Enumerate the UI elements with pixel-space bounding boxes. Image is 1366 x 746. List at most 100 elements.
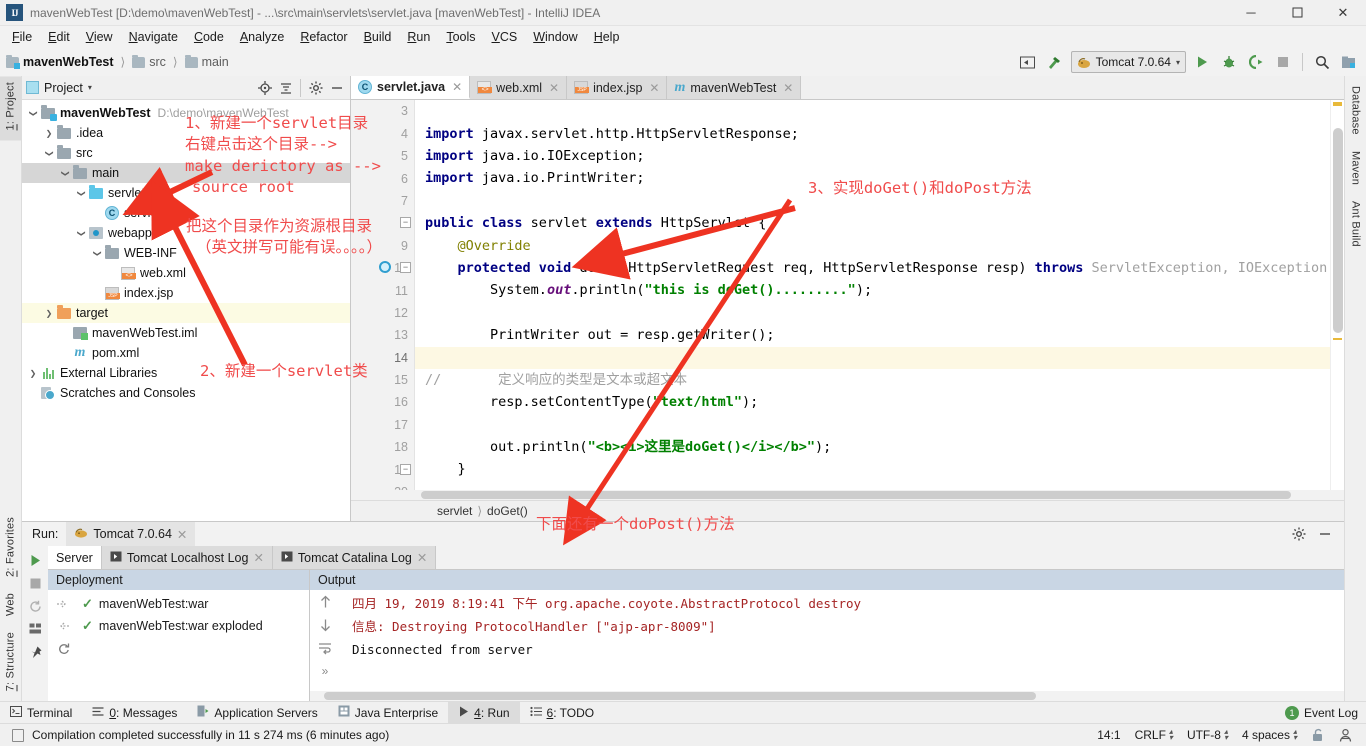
gear-icon[interactable] xyxy=(306,78,325,97)
fold-region-icon[interactable]: − xyxy=(400,217,411,229)
bottom-tab-todo[interactable]: 6: TODO xyxy=(520,702,605,723)
close-icon[interactable]: ✕ xyxy=(177,527,187,542)
line-number[interactable]: 12 xyxy=(351,302,414,324)
chevron-down-icon[interactable]: ▾ xyxy=(88,83,92,92)
bottom-tab-java-enterprise[interactable]: Java Enterprise xyxy=(328,702,448,723)
line-number[interactable]: 14 xyxy=(351,347,414,369)
project-structure-icon[interactable] xyxy=(1338,51,1360,73)
breadcrumb-class[interactable]: servlet xyxy=(437,504,472,518)
tree-node[interactable]: webapp xyxy=(22,223,350,243)
editor-tab-index-jsp[interactable]: index.jsp ✕ xyxy=(567,76,668,100)
thread-dump-icon[interactable] xyxy=(24,618,46,640)
output-hscrollbar[interactable] xyxy=(324,692,1036,700)
menu-item-navigate[interactable]: Navigate xyxy=(121,28,186,47)
run-icon[interactable] xyxy=(1191,51,1213,73)
menu-item-code[interactable]: Code xyxy=(186,28,232,47)
tree-node[interactable]: mavenWebTest.iml xyxy=(22,323,350,343)
close-icon[interactable]: ✕ xyxy=(452,80,462,94)
line-number[interactable]: 7 xyxy=(351,190,414,212)
tree-node[interactable]: web.xml xyxy=(22,263,350,283)
editor-tab-servlet-java[interactable]: Cservlet.java ✕ xyxy=(351,76,471,100)
editor-horizontal-scrollbar-track[interactable] xyxy=(351,490,1344,500)
code-line[interactable]: resp.setContentType("text/html"); xyxy=(415,391,1330,413)
chevron-down-icon[interactable] xyxy=(90,248,104,258)
line-number[interactable]: 3 xyxy=(351,100,414,122)
tree-node[interactable]: External Libraries xyxy=(22,363,350,383)
fold-region-icon[interactable]: − xyxy=(400,262,411,274)
search-everywhere-icon[interactable] xyxy=(1311,51,1333,73)
tool-window-tab-structure[interactable]: 7: Structure xyxy=(0,626,21,701)
deployment-list[interactable]: ✓ mavenWebTest:war ✓ mavenWebTest:war explo… xyxy=(78,590,309,701)
close-icon[interactable]: ✕ xyxy=(253,550,263,565)
line-number[interactable]: 13 xyxy=(351,324,414,346)
run-tab-tomcat-localhost-log[interactable]: Tomcat Localhost Log ✕ xyxy=(101,546,273,569)
tree-node[interactable]: index.jsp xyxy=(22,283,350,303)
warning-marker[interactable] xyxy=(1333,102,1342,107)
maximize-icon[interactable] xyxy=(1274,0,1320,26)
code-line[interactable]: @Override xyxy=(415,235,1330,257)
code-line[interactable]: import java.io.PrintWriter; xyxy=(415,167,1330,189)
build-hammer-icon[interactable] xyxy=(1044,51,1066,73)
run-config-tab[interactable]: Tomcat 7.0.64 ✕ xyxy=(66,522,196,546)
undeploy-icon[interactable] xyxy=(52,616,74,636)
chevron-down-icon[interactable] xyxy=(42,148,56,158)
rerun-icon[interactable] xyxy=(24,549,46,571)
menu-item-view[interactable]: View xyxy=(78,28,121,47)
scroll-up-icon[interactable] xyxy=(319,595,332,612)
tool-window-tab-favorites[interactable]: 2: Favorites xyxy=(0,511,21,587)
close-icon[interactable]: ✕ xyxy=(417,550,427,565)
menu-item-window[interactable]: Window xyxy=(525,28,585,47)
deployment-item[interactable]: ✓ mavenWebTest:war xyxy=(78,593,309,615)
encoding-selector[interactable]: UTF-8 ▴ ▾ xyxy=(1180,728,1235,743)
gear-icon[interactable] xyxy=(1288,523,1310,545)
tree-node[interactable]: src xyxy=(22,143,350,163)
code-line[interactable]: // 定义响应的类型是文本或超文本 xyxy=(415,369,1330,391)
stop-icon[interactable] xyxy=(24,572,46,594)
tree-node[interactable]: servlets xyxy=(22,183,350,203)
event-log-label[interactable]: Event Log xyxy=(1304,706,1358,720)
run-with-coverage-icon[interactable] xyxy=(1245,51,1267,73)
editor-tab-web-xml[interactable]: web.xml ✕ xyxy=(470,76,568,100)
chevron-right-icon[interactable] xyxy=(42,308,56,318)
code-line[interactable] xyxy=(415,346,1330,369)
code-line[interactable]: out.println("<b><i>这里是doGet()</i></b>"); xyxy=(415,436,1330,458)
menu-item-help[interactable]: Help xyxy=(586,28,628,47)
chevron-right-icon[interactable] xyxy=(26,368,40,378)
editor-horizontal-scrollbar[interactable] xyxy=(421,491,1291,500)
change-marker[interactable] xyxy=(1333,338,1342,341)
run-configuration-selector[interactable]: Tomcat 7.0.64 ▾ xyxy=(1070,51,1186,73)
line-number[interactable]: 4 xyxy=(351,123,414,145)
line-number[interactable]: 18 xyxy=(351,436,414,458)
line-number[interactable]: 9 xyxy=(351,235,414,257)
tool-window-tab-database[interactable]: Database xyxy=(1345,76,1366,141)
editor-vertical-scrollbar[interactable] xyxy=(1333,128,1343,334)
chevron-right-icon[interactable] xyxy=(42,128,56,138)
close-icon[interactable]: ✕ xyxy=(649,81,659,95)
breadcrumb-project[interactable]: mavenWebTest xyxy=(23,55,114,69)
code-line[interactable]: System.out.println("this is doGet().....… xyxy=(415,279,1330,301)
menu-item-analyze[interactable]: Analyze xyxy=(232,28,292,47)
menu-item-refactor[interactable]: Refactor xyxy=(292,28,355,47)
chevron-down-icon[interactable] xyxy=(26,108,40,118)
more-icon[interactable]: » xyxy=(322,664,329,678)
debug-icon[interactable] xyxy=(1218,51,1240,73)
project-panel-title[interactable]: Project xyxy=(44,81,83,95)
code-line[interactable]: public class servlet extends HttpServlet… xyxy=(415,212,1330,234)
code-line[interactable]: PrintWriter out = resp.getWriter(); xyxy=(415,324,1330,346)
code-line[interactable]: } xyxy=(415,458,1330,480)
open-project-icon[interactable] xyxy=(1017,51,1039,73)
minimize-icon[interactable]: ─ xyxy=(1228,0,1274,26)
indent-selector[interactable]: 4 spaces ▴ ▾ xyxy=(1235,728,1304,743)
bottom-tab-terminal[interactable]: Terminal xyxy=(0,702,82,723)
editor-tab-mavenwebtest[interactable]: m mavenWebTest ✕ xyxy=(667,76,802,100)
bottom-tab-messages[interactable]: 0: Messages xyxy=(82,702,187,723)
line-number[interactable]: 6 xyxy=(351,167,414,189)
tree-node[interactable]: target xyxy=(22,303,350,323)
tree-node[interactable]: main xyxy=(22,163,350,183)
override-method-icon[interactable] xyxy=(379,261,391,274)
chevron-down-icon[interactable]: ▾ xyxy=(1176,58,1180,67)
line-number[interactable]: 15 xyxy=(351,369,414,391)
menu-item-vcs[interactable]: VCS xyxy=(484,28,526,47)
fold-region-icon[interactable]: − xyxy=(400,463,411,475)
chevron-down-icon[interactable] xyxy=(74,188,88,198)
